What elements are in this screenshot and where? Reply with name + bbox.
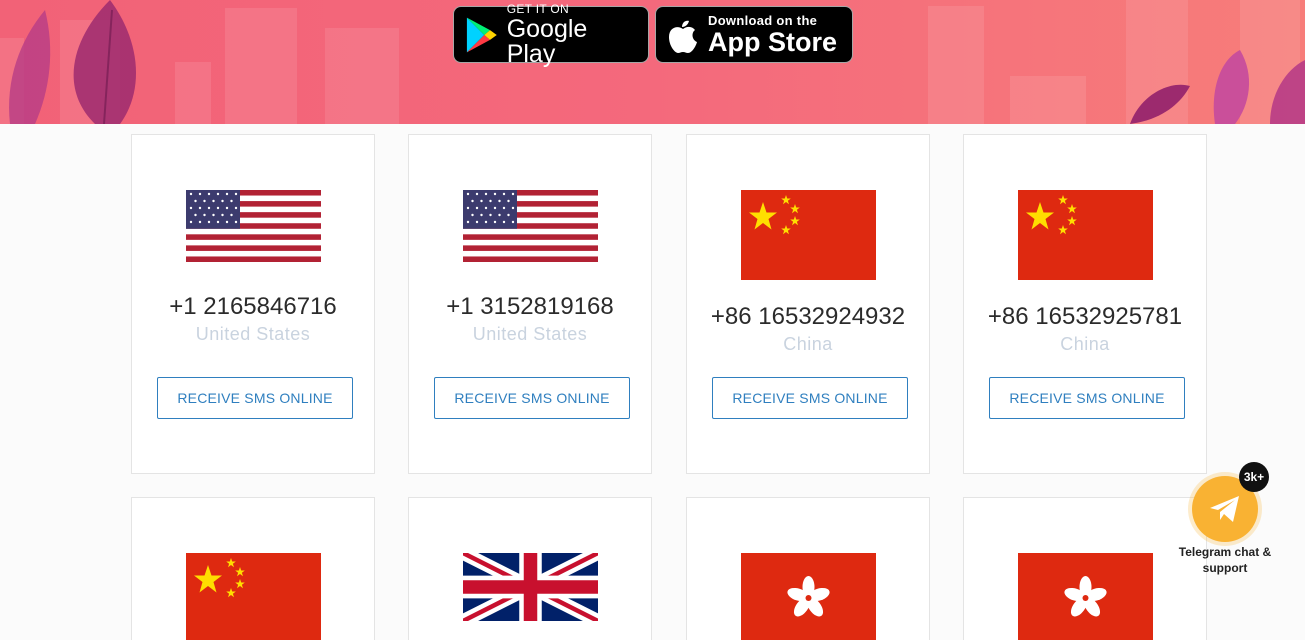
telegram-icon	[1210, 496, 1239, 522]
country-name: United States	[472, 324, 588, 344]
uk-flag-icon	[463, 553, 598, 621]
receive-sms-button[interactable]: RECEIVE SMS ONLINE	[712, 377, 908, 419]
number-card: +86 16532925781 China RECEIVE SMS ONLINE	[963, 134, 1207, 474]
receive-sms-button[interactable]: RECEIVE SMS ONLINE	[989, 377, 1185, 419]
notification-badge: 3k+	[1239, 462, 1269, 492]
phone-number: +86 16532924932	[710, 303, 906, 330]
china-flag-icon	[1018, 190, 1153, 280]
hong-kong-flag-icon	[1018, 553, 1153, 640]
number-card: +1 2165846716 United States RECEIVE SMS …	[131, 134, 375, 474]
china-flag-icon	[741, 190, 876, 280]
phone-number: +1 2165846716	[169, 293, 337, 320]
number-card	[408, 497, 652, 640]
google-play-icon	[466, 17, 497, 52]
app-store-button[interactable]: Download on the App Store	[655, 6, 853, 63]
app-store-label: App Store	[708, 26, 838, 57]
number-card: +1 3152819168 United States RECEIVE SMS …	[408, 134, 652, 474]
google-play-button[interactable]: GET IT ON Google Play	[453, 1, 649, 66]
country-name: China	[1060, 334, 1110, 354]
hero-banner: GET IT ON Google Play Download on the Ap…	[0, 0, 1305, 124]
leaf-decoration-right	[1130, 50, 1305, 124]
hong-kong-flag-icon	[741, 553, 876, 640]
app-store-small-label: Download on the	[708, 12, 818, 28]
us-flag-icon	[186, 190, 321, 262]
google-play-label: Google Play	[506, 14, 588, 68]
country-name: United States	[195, 324, 311, 344]
number-card: +86 16532924932 China RECEIVE SMS ONLINE	[686, 134, 930, 474]
china-flag-icon	[186, 553, 321, 640]
country-name: China	[783, 334, 833, 354]
apple-icon	[669, 20, 697, 53]
leaf-decoration-left	[9, 0, 137, 124]
phone-number: +1 3152819168	[446, 293, 614, 320]
number-card	[131, 497, 375, 640]
us-flag-icon	[463, 190, 598, 262]
receive-sms-button[interactable]: RECEIVE SMS ONLINE	[434, 377, 630, 419]
google-play-small-label: GET IT ON	[506, 1, 569, 16]
receive-sms-button[interactable]: RECEIVE SMS ONLINE	[157, 377, 353, 419]
number-card	[686, 497, 930, 640]
telegram-label: Telegram chat & support	[1178, 545, 1272, 575]
phone-number: +86 16532925781	[987, 303, 1183, 330]
